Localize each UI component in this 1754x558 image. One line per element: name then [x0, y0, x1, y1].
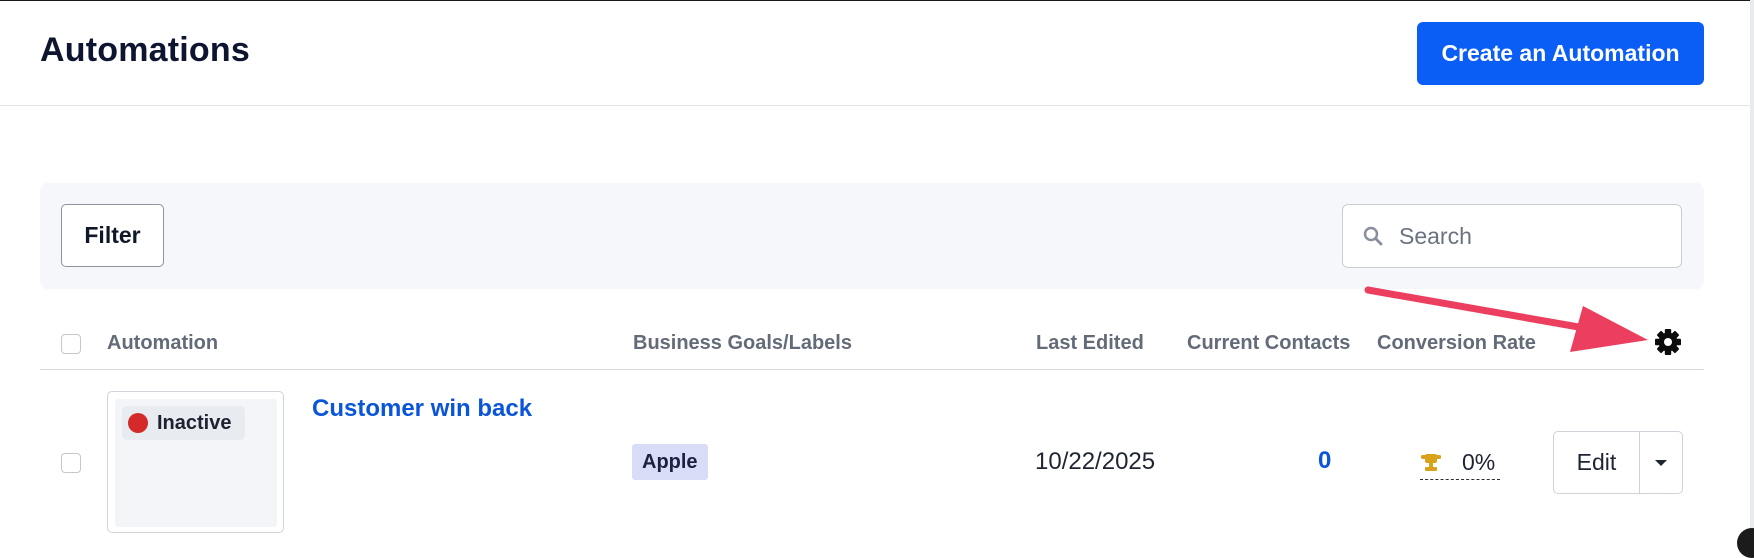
column-header-conversion-rate[interactable]: Conversion Rate	[1377, 332, 1536, 355]
column-header-current-contacts[interactable]: Current Contacts	[1187, 332, 1350, 355]
status-dot-icon	[128, 413, 148, 433]
trophy-icon	[1420, 452, 1442, 474]
search-input[interactable]	[1397, 221, 1671, 251]
current-contacts-count[interactable]: 0	[1318, 447, 1331, 475]
label-chip: Apple	[632, 444, 708, 480]
search-icon	[1363, 225, 1385, 247]
status-badge: Inactive	[122, 406, 246, 440]
caret-down-icon	[1655, 459, 1667, 466]
cursor-overlay	[1737, 528, 1754, 558]
column-header-last-edited[interactable]: Last Edited	[1036, 332, 1144, 355]
actions-dropdown-button[interactable]	[1640, 432, 1682, 493]
create-automation-button[interactable]: Create an Automation	[1417, 22, 1704, 85]
search-box[interactable]	[1342, 204, 1682, 268]
status-text: Inactive	[157, 411, 232, 434]
row-checkbox[interactable]	[61, 453, 81, 473]
last-edited-date: 10/22/2025	[1035, 448, 1156, 475]
conversion-rate-value: 0%	[1462, 449, 1496, 475]
page-header: Automations Create an Automation	[0, 1, 1750, 106]
select-all-checkbox[interactable]	[61, 334, 81, 354]
filter-toolbar: Filter	[40, 183, 1704, 289]
automation-name-link[interactable]: Customer win back	[312, 395, 532, 423]
conversion-rate[interactable]: 0%	[1420, 446, 1500, 480]
gear-icon[interactable]	[1653, 327, 1683, 357]
row-action-group: Edit	[1553, 431, 1683, 494]
column-header-automation[interactable]: Automation	[107, 332, 218, 355]
page-title: Automations	[40, 31, 250, 69]
edit-button[interactable]: Edit	[1554, 432, 1640, 493]
filter-button[interactable]: Filter	[61, 204, 164, 267]
thumbnail-preview: Inactive	[115, 399, 277, 527]
column-header-business-goals[interactable]: Business Goals/Labels	[633, 332, 852, 355]
table-row[interactable]: Inactive Customer win back Apple 10/22/2…	[40, 371, 1704, 545]
scrollbar-track[interactable]	[1750, 0, 1754, 545]
table-header: Automation Business Goals/Labels Last Ed…	[40, 320, 1704, 370]
automation-thumbnail[interactable]: Inactive	[107, 391, 284, 533]
